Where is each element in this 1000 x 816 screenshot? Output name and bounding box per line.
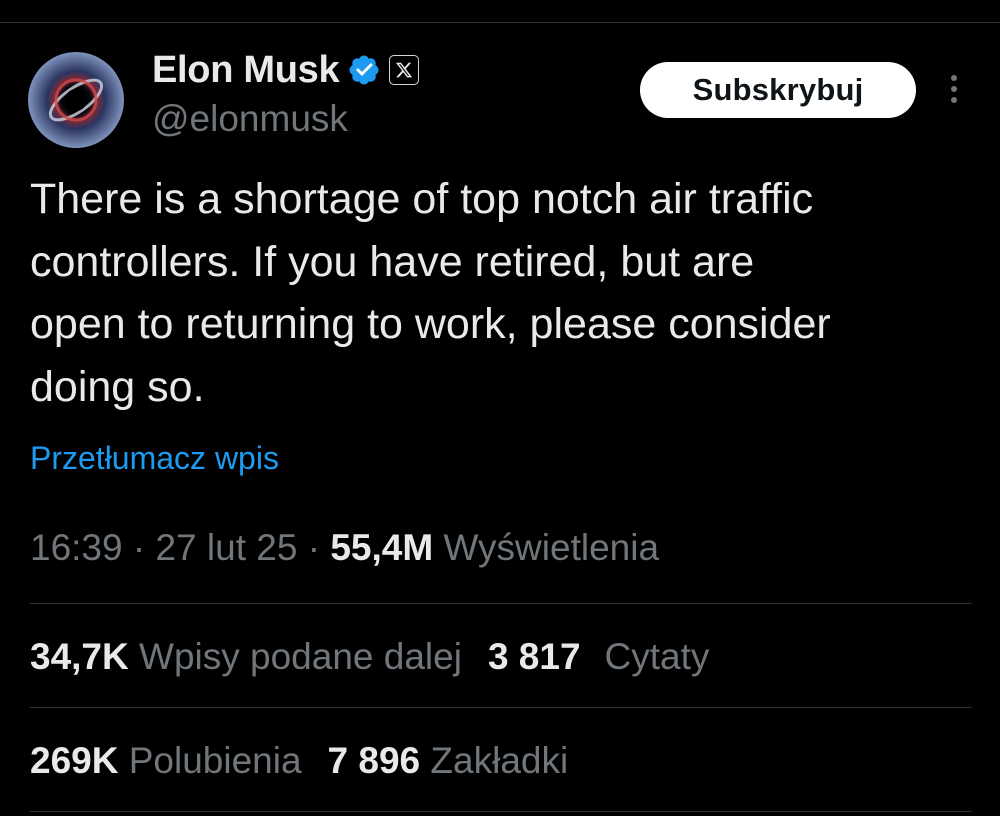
more-vertical-icon[interactable] [942, 72, 966, 106]
author-handle[interactable]: @elonmusk [152, 98, 348, 140]
tweet-date[interactable]: 27 lut 25 [155, 527, 297, 568]
translate-link[interactable]: Przetłumacz wpis [30, 440, 279, 477]
bookmarks-label: Zakładki [430, 740, 569, 781]
reposts-label: Wpisy podane dalej [139, 636, 462, 677]
views-count: 55,4M [330, 527, 434, 568]
bookmarks-count: 7 896 [327, 740, 421, 781]
meta-separator: · [307, 527, 321, 568]
avatar[interactable] [28, 52, 124, 148]
divider [30, 603, 972, 604]
reposts-count: 34,7K [30, 636, 129, 677]
meta-separator: · [132, 527, 146, 568]
likes-stat[interactable]: 269K Polubienia [30, 740, 302, 781]
views-label: Wyświetlenia [443, 527, 660, 568]
tweet-meta: 16:39 · 27 lut 25 · 55,4M Wyświetlenia [30, 527, 659, 569]
quotes-stat[interactable]: 3 817 Cytaty [488, 636, 709, 677]
stats-row-likes: 269K Polubienia 7 896 Zakładki [30, 740, 568, 782]
divider [30, 707, 972, 708]
top-divider [0, 22, 1000, 23]
tweet-text: There is a shortage of top notch air tra… [30, 175, 831, 411]
subscribe-button[interactable]: Subskrybuj [640, 62, 916, 118]
x-logo-icon[interactable] [389, 55, 420, 85]
stats-row-reposts: 34,7K Wpisy podane dalej 3 817 Cytaty [30, 636, 709, 678]
reposts-stat[interactable]: 34,7K Wpisy podane dalej [30, 636, 462, 677]
author-name[interactable]: Elon Musk [152, 49, 340, 92]
bookmarks-stat[interactable]: 7 896 Zakładki [328, 740, 569, 781]
quotes-count: 3 817 [487, 636, 581, 677]
divider [30, 811, 972, 812]
likes-label: Polubienia [128, 740, 302, 781]
likes-count: 269K [30, 740, 119, 781]
verified-badge-icon[interactable] [347, 53, 381, 87]
author-name-row: Elon Musk [152, 49, 420, 92]
tweet-time[interactable]: 16:39 [30, 527, 123, 568]
quotes-label: Cytaty [604, 636, 710, 677]
